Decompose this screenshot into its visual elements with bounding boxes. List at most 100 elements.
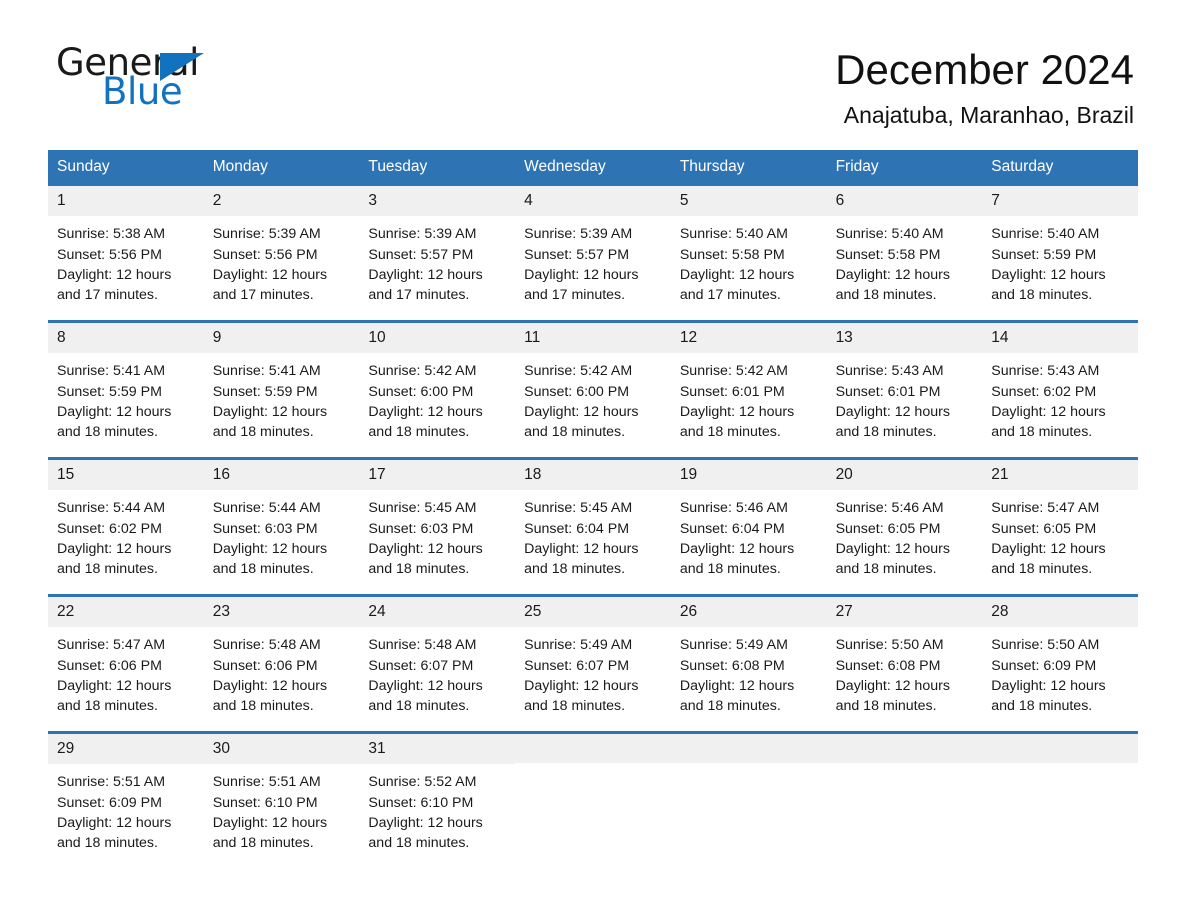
- day-details: Sunrise: 5:41 AM Sunset: 5:59 PM Daylight:…: [48, 353, 204, 442]
- calendar-day-cell[interactable]: 13 Sunrise: 5:43 AM Sunset: 6:01 PM Dayligh…: [826, 322, 983, 445]
- day-number: 29: [48, 733, 204, 765]
- calendar-day-cell[interactable]: 7 Sunrise: 5:40 AM Sunset: 5:59 PM Daylight…: [982, 185, 1138, 308]
- calendar-day-cell[interactable]: 3 Sunrise: 5:39 AM Sunset: 5:57 PM Daylight…: [359, 185, 516, 308]
- daylight-text: Daylight: 12 hours and 18 minutes.: [57, 814, 172, 852]
- calendar-day-cell[interactable]: 12 Sunrise: 5:42 AM Sunset: 6:01 PM Dayligh…: [670, 322, 827, 445]
- calendar-day-cell[interactable]: 17 Sunrise: 5:45 AM Sunset: 6:03 PM Dayligh…: [359, 459, 516, 582]
- day-number: 5: [670, 185, 827, 217]
- daylight-text: Daylight: 12 hours and 18 minutes.: [368, 677, 483, 715]
- sunset-text: Sunset: 6:02 PM: [57, 520, 162, 537]
- calendar-week-row: 1 Sunrise: 5:38 AM Sunset: 5:56 PM Daylight…: [48, 185, 1138, 308]
- sunrise-text: Sunrise: 5:45 AM: [524, 500, 633, 517]
- weekday-header-thursday: Thursday: [679, 158, 745, 176]
- day-details: Sunrise: 5:49 AM Sunset: 6:07 PM Daylight:…: [515, 627, 671, 716]
- calendar-day-cell[interactable]: 9 Sunrise: 5:41 AM Sunset: 5:59 PM Daylight…: [203, 322, 360, 445]
- daylight-text: Daylight: 12 hours and 17 minutes.: [524, 266, 639, 304]
- daylight-text: Daylight: 12 hours and 18 minutes.: [991, 540, 1106, 578]
- day-number: 17: [359, 459, 516, 491]
- sunrise-text: Sunrise: 5:52 AM: [368, 774, 477, 791]
- day-number: 13: [826, 322, 983, 354]
- calendar-day-cell[interactable]: 24 Sunrise: 5:48 AM Sunset: 6:07 PM Dayligh…: [359, 596, 516, 719]
- day-number: 19: [670, 459, 827, 491]
- sunset-text: Sunset: 6:10 PM: [368, 794, 474, 811]
- sunset-text: Sunset: 6:07 PM: [524, 657, 630, 674]
- calendar-day-cell[interactable]: 2 Sunrise: 5:39 AM Sunset: 5:56 PM Daylight…: [203, 185, 360, 308]
- daylight-text: Daylight: 12 hours and 17 minutes.: [57, 266, 172, 304]
- sunrise-text: Sunrise: 5:39 AM: [212, 226, 321, 243]
- sunset-text: Sunset: 5:56 PM: [212, 246, 318, 263]
- calendar-day-cell[interactable]: 15 Sunrise: 5:44 AM Sunset: 6:02 PM Dayligh…: [48, 459, 204, 582]
- daylight-text: Daylight: 12 hours and 18 minutes.: [835, 266, 950, 304]
- sunset-text: Sunset: 6:03 PM: [212, 520, 318, 537]
- day-details: Sunrise: 5:40 AM Sunset: 5:58 PM Daylight:…: [671, 216, 827, 305]
- day-details: Sunrise: 5:42 AM Sunset: 6:00 PM Daylight:…: [515, 353, 671, 442]
- general-blue-logo: General Blue: [56, 44, 206, 110]
- daylight-text: Daylight: 12 hours and 17 minutes.: [368, 266, 483, 304]
- day-details: Sunrise: 5:38 AM Sunset: 5:56 PM Daylight:…: [48, 216, 204, 305]
- calendar-day-cell[interactable]: 11 Sunrise: 5:42 AM Sunset: 6:00 PM Dayligh…: [515, 322, 671, 445]
- calendar-day-cell[interactable]: 19 Sunrise: 5:46 AM Sunset: 6:04 PM Dayligh…: [670, 459, 827, 582]
- weekday-header-sunday: Sunday: [57, 158, 110, 176]
- sunset-text: Sunset: 6:03 PM: [368, 520, 474, 537]
- day-details: Sunrise: 5:44 AM Sunset: 6:03 PM Daylight:…: [204, 490, 360, 579]
- sunrise-text: Sunrise: 5:39 AM: [368, 226, 477, 243]
- sunrise-text: Sunrise: 5:43 AM: [991, 363, 1100, 380]
- calendar-day-cell[interactable]: 29 Sunrise: 5:51 AM Sunset: 6:09 PM Dayligh…: [48, 733, 204, 856]
- daylight-text: Daylight: 12 hours and 18 minutes.: [835, 677, 950, 715]
- day-number: [670, 733, 827, 763]
- day-details: Sunrise: 5:50 AM Sunset: 6:09 PM Daylight:…: [982, 627, 1138, 716]
- daylight-text: Daylight: 12 hours and 18 minutes.: [524, 540, 639, 578]
- daylight-text: Daylight: 12 hours and 18 minutes.: [679, 677, 795, 715]
- sunset-text: Sunset: 6:09 PM: [57, 794, 162, 811]
- calendar-day-cell[interactable]: 1 Sunrise: 5:38 AM Sunset: 5:56 PM Daylight…: [48, 185, 204, 308]
- sunrise-text: Sunrise: 5:43 AM: [835, 363, 944, 380]
- calendar-day-cell[interactable]: 31 Sunrise: 5:52 AM Sunset: 6:10 PM Dayligh…: [359, 733, 516, 856]
- calendar-day-cell[interactable]: 10 Sunrise: 5:42 AM Sunset: 6:00 PM Dayligh…: [359, 322, 516, 445]
- calendar-day-cell[interactable]: 27 Sunrise: 5:50 AM Sunset: 6:08 PM Dayligh…: [826, 596, 983, 719]
- sunrise-text: Sunrise: 5:49 AM: [679, 637, 788, 654]
- day-number: 8: [48, 322, 204, 354]
- calendar-day-cell[interactable]: 26 Sunrise: 5:49 AM Sunset: 6:08 PM Dayligh…: [670, 596, 827, 719]
- calendar-day-cell[interactable]: 8 Sunrise: 5:41 AM Sunset: 5:59 PM Daylight…: [48, 322, 204, 445]
- day-number: 21: [982, 459, 1138, 491]
- weekday-header-tuesday: Tuesday: [368, 158, 428, 176]
- calendar-day-cell[interactable]: 23 Sunrise: 5:48 AM Sunset: 6:06 PM Dayligh…: [203, 596, 360, 719]
- day-details: Sunrise: 5:39 AM Sunset: 5:56 PM Daylight:…: [204, 216, 360, 305]
- calendar-day-cell[interactable]: 4 Sunrise: 5:39 AM Sunset: 5:57 PM Daylight…: [515, 185, 671, 308]
- sunrise-text: Sunrise: 5:47 AM: [991, 500, 1100, 517]
- calendar-day-cell[interactable]: 5 Sunrise: 5:40 AM Sunset: 5:58 PM Daylight…: [670, 185, 827, 308]
- calendar-day-cell-empty: [982, 733, 1138, 856]
- weekday-header-row: Sunday Monday Tuesday Wednesday Thursday Frid…: [48, 150, 1138, 186]
- day-details: Sunrise: 5:46 AM Sunset: 6:04 PM Daylight:…: [671, 490, 827, 579]
- calendar-day-cell[interactable]: 28 Sunrise: 5:50 AM Sunset: 6:09 PM Dayligh…: [982, 596, 1138, 719]
- day-details: Sunrise: 5:43 AM Sunset: 6:01 PM Daylight:…: [827, 353, 983, 442]
- sunset-text: Sunset: 6:01 PM: [835, 383, 941, 400]
- day-number: 1: [48, 185, 204, 217]
- calendar-day-cell[interactable]: 30 Sunrise: 5:51 AM Sunset: 6:10 PM Dayligh…: [203, 733, 360, 856]
- calendar-day-cell[interactable]: 18 Sunrise: 5:45 AM Sunset: 6:04 PM Dayligh…: [515, 459, 671, 582]
- sunset-text: Sunset: 6:06 PM: [212, 657, 318, 674]
- calendar-body: 1 Sunrise: 5:38 AM Sunset: 5:56 PM Daylight…: [48, 185, 1138, 856]
- sunset-text: Sunset: 6:06 PM: [57, 657, 162, 674]
- sunrise-text: Sunrise: 5:40 AM: [835, 226, 944, 243]
- calendar-day-cell[interactable]: 22 Sunrise: 5:47 AM Sunset: 6:06 PM Dayligh…: [48, 596, 204, 719]
- calendar-day-cell[interactable]: 25 Sunrise: 5:49 AM Sunset: 6:07 PM Dayligh…: [515, 596, 671, 719]
- daylight-text: Daylight: 12 hours and 18 minutes.: [991, 677, 1106, 715]
- day-number: 10: [359, 322, 516, 354]
- calendar-page: General Blue December 2024 Anajatuba, Ma…: [0, 0, 1188, 918]
- daylight-text: Daylight: 12 hours and 18 minutes.: [368, 814, 483, 852]
- calendar-day-cell[interactable]: 14 Sunrise: 5:43 AM Sunset: 6:02 PM Dayligh…: [982, 322, 1138, 445]
- day-details: Sunrise: 5:40 AM Sunset: 5:58 PM Daylight:…: [827, 216, 983, 305]
- day-details: Sunrise: 5:44 AM Sunset: 6:02 PM Daylight:…: [48, 490, 204, 579]
- calendar-day-cell[interactable]: 21 Sunrise: 5:47 AM Sunset: 6:05 PM Dayligh…: [982, 459, 1138, 582]
- sunrise-text: Sunrise: 5:42 AM: [524, 363, 633, 380]
- sunset-text: Sunset: 5:59 PM: [212, 383, 318, 400]
- day-number: 12: [670, 322, 827, 354]
- day-details: Sunrise: 5:45 AM Sunset: 6:03 PM Daylight:…: [359, 490, 515, 579]
- calendar-day-cell[interactable]: 6 Sunrise: 5:40 AM Sunset: 5:58 PM Daylight…: [826, 185, 983, 308]
- sunrise-text: Sunrise: 5:50 AM: [991, 637, 1100, 654]
- calendar-day-cell[interactable]: 20 Sunrise: 5:46 AM Sunset: 6:05 PM Dayligh…: [826, 459, 983, 582]
- calendar-day-cell[interactable]: 16 Sunrise: 5:44 AM Sunset: 6:03 PM Dayligh…: [203, 459, 360, 582]
- day-details: Sunrise: 5:47 AM Sunset: 6:05 PM Daylight:…: [982, 490, 1138, 579]
- sunset-text: Sunset: 6:04 PM: [679, 520, 785, 537]
